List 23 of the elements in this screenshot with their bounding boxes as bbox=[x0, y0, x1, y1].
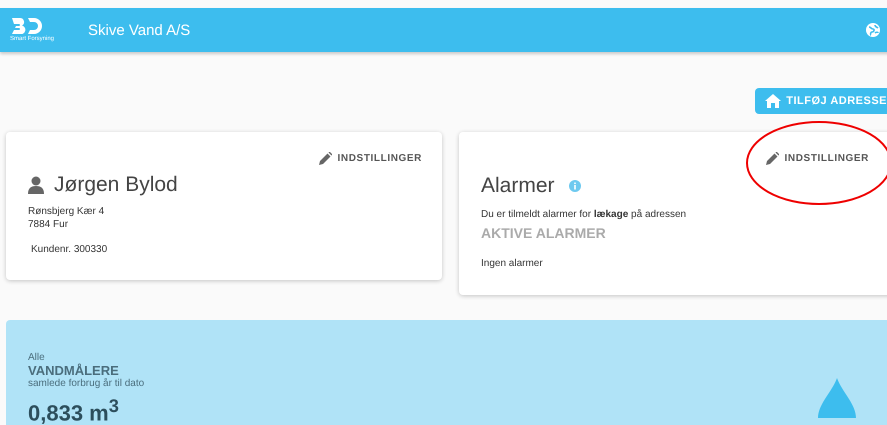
globe-icon[interactable] bbox=[866, 23, 880, 37]
home-icon bbox=[765, 94, 782, 108]
settings-button[interactable]: INDSTILLINGER bbox=[766, 152, 869, 165]
panel-subtitle: samlede forbrug år til dato bbox=[28, 378, 146, 389]
company-name: Skive Vand A/S bbox=[88, 22, 190, 38]
customer-number: Kundenr. 300330 bbox=[31, 243, 108, 256]
address-line: 7884 Fur bbox=[28, 218, 70, 231]
water-drop-icon bbox=[818, 378, 856, 418]
info-icon[interactable] bbox=[568, 180, 581, 192]
panel-heading: VANDMÅLERE bbox=[28, 363, 120, 378]
logo-icon bbox=[10, 18, 44, 34]
active-alarms-heading: AKTIVE ALARMER bbox=[481, 225, 607, 241]
alarm-title: Alarmer bbox=[481, 174, 555, 198]
alarm-description: Du er tilmeldt alarmer for lækage på adressen bbox=[481, 208, 688, 221]
no-alarms-text: Ingen alarmer bbox=[481, 257, 544, 270]
pencil-icon bbox=[318, 152, 332, 165]
address-line: Rønsbjerg Kær 4 bbox=[28, 205, 106, 218]
panel-prefix: Alle bbox=[28, 352, 46, 363]
settings-button[interactable]: INDSTILLINGER bbox=[318, 152, 422, 165]
person-icon bbox=[28, 176, 44, 194]
consumption-value: 0,833 m$^{3}$ bbox=[28, 395, 119, 425]
pencil-icon bbox=[766, 152, 779, 165]
customer-name: Jørgen Bylod bbox=[54, 173, 178, 197]
